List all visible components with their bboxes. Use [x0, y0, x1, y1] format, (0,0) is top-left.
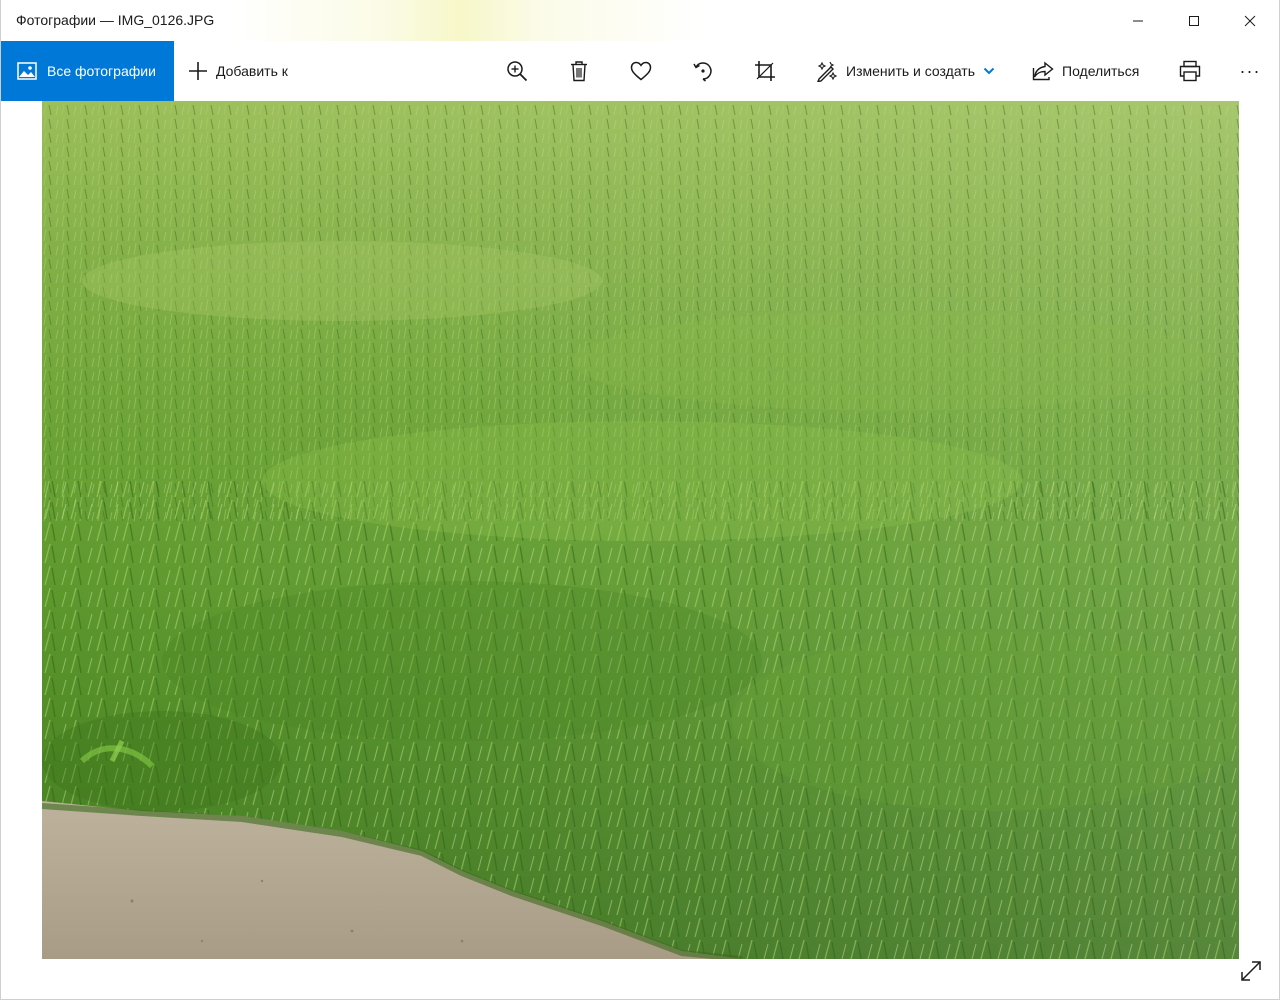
fullscreen-button[interactable]: [1238, 958, 1264, 984]
grass-photo: [42, 101, 1239, 959]
window-title: Фотографии — IMG_0126.JPG: [16, 12, 215, 28]
all-photos-button[interactable]: Все фотографии: [1, 41, 174, 101]
edit-create-label: Изменить и создать: [846, 63, 976, 79]
edit-create-button[interactable]: Изменить и создать: [816, 41, 995, 101]
close-button[interactable]: [1222, 0, 1278, 41]
rotate-icon: [693, 62, 712, 82]
delete-button[interactable]: [566, 41, 592, 101]
photo-image[interactable]: [42, 101, 1239, 959]
add-to-button[interactable]: Добавить к: [188, 41, 288, 101]
minimize-icon: [1133, 20, 1143, 21]
zoom-button[interactable]: [504, 41, 530, 101]
rotate-button[interactable]: [690, 41, 716, 101]
maximize-icon: [1189, 15, 1199, 26]
edit-create-icon: [817, 61, 838, 82]
add-to-label: Добавить к: [216, 63, 288, 79]
more-options-button[interactable]: ···: [1237, 41, 1263, 101]
all-photos-label: Все фотографии: [47, 63, 156, 79]
photo-icon: [17, 62, 37, 80]
share-button[interactable]: Поделиться: [1032, 41, 1139, 101]
title-bar[interactable]: Фотографии — IMG_0126.JPG: [1, 0, 1279, 41]
share-icon: [1032, 61, 1054, 81]
close-icon: [1244, 15, 1256, 26]
maximize-button[interactable]: [1166, 0, 1222, 41]
minimize-button[interactable]: [1110, 0, 1166, 41]
more-label: ···: [1239, 60, 1261, 81]
toolbar: Все фотографии Добавить к Изменить и соз…: [1, 41, 1279, 101]
print-button[interactable]: [1177, 41, 1203, 101]
share-label: Поделиться: [1062, 63, 1140, 79]
fullscreen-icon: [1241, 961, 1261, 981]
photos-app-window: Фотографии — IMG_0126.JPG Все фотографии…: [0, 0, 1280, 1000]
photo-viewer[interactable]: [1, 101, 1279, 999]
crop-button[interactable]: [752, 41, 778, 101]
plus-icon: [188, 61, 208, 81]
zoom-in-icon: [507, 61, 528, 82]
crop-icon: [755, 61, 775, 81]
heart-icon: [630, 61, 652, 81]
favorite-button[interactable]: [628, 41, 654, 101]
trash-icon: [571, 61, 587, 82]
print-icon: [1179, 60, 1201, 82]
chevron-down-icon[interactable]: [983, 67, 995, 75]
